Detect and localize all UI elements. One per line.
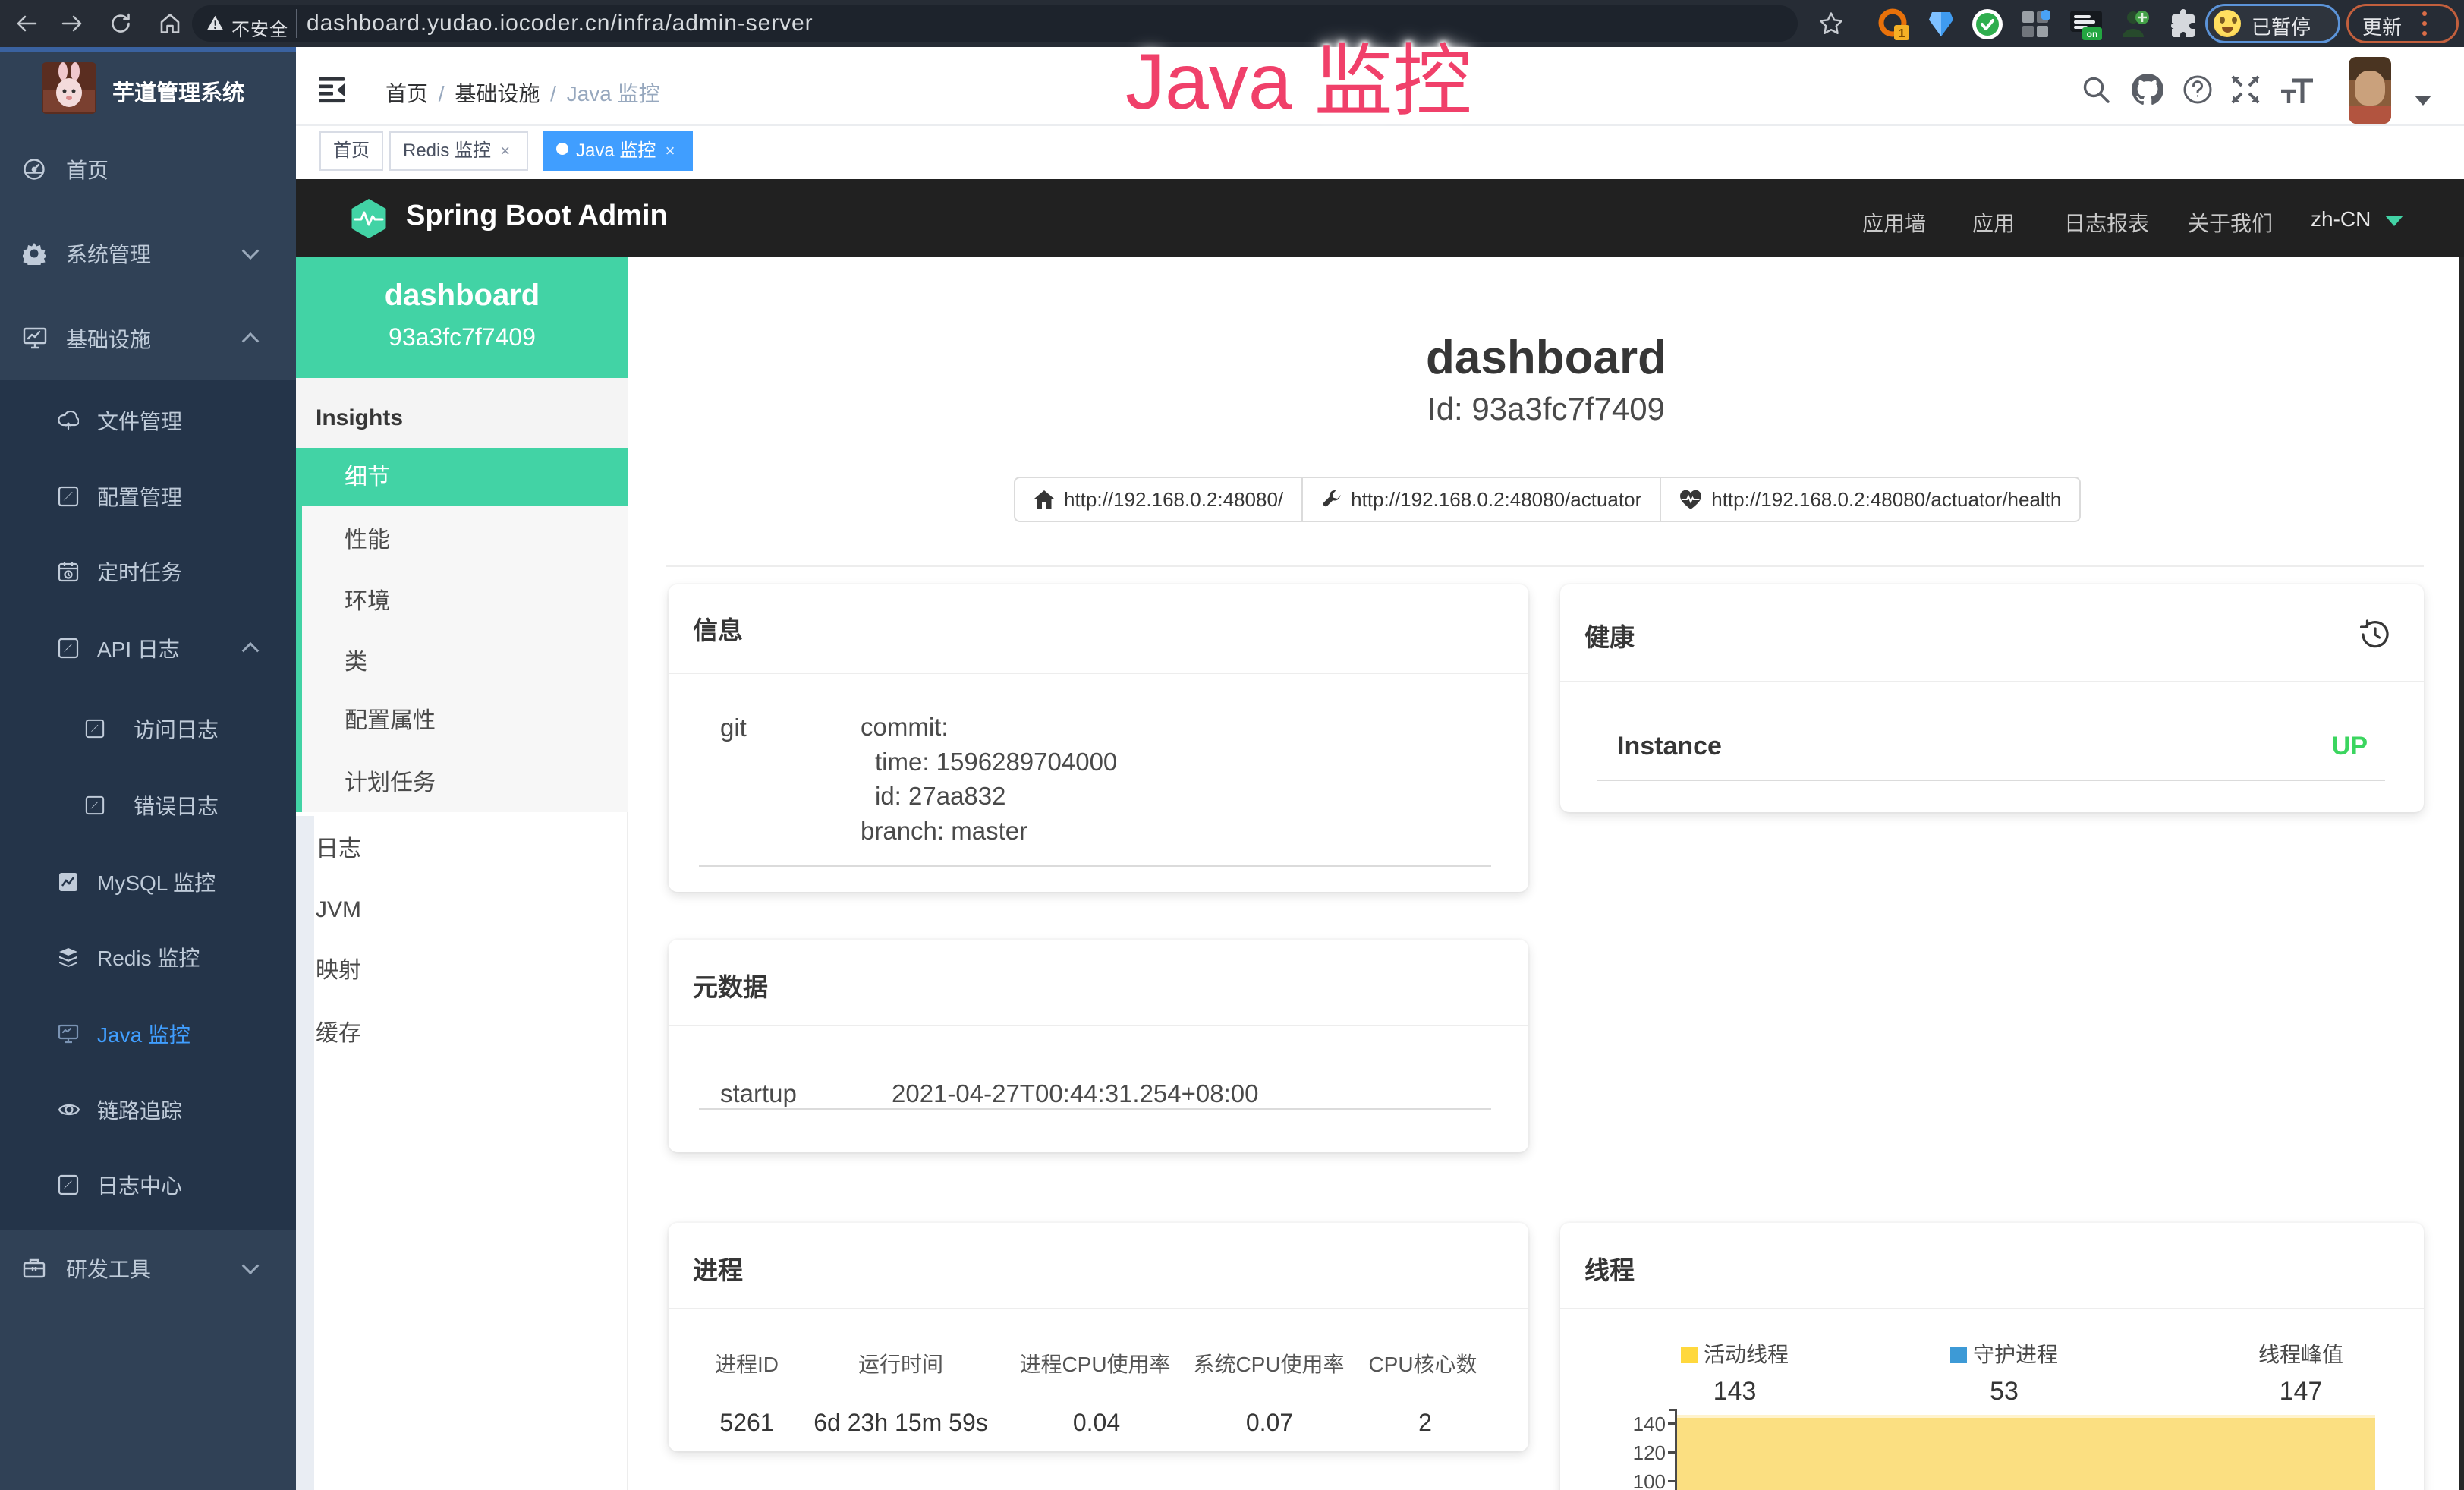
svg-text:on: on [2087, 29, 2098, 39]
svg-text:1: 1 [1899, 27, 1905, 40]
